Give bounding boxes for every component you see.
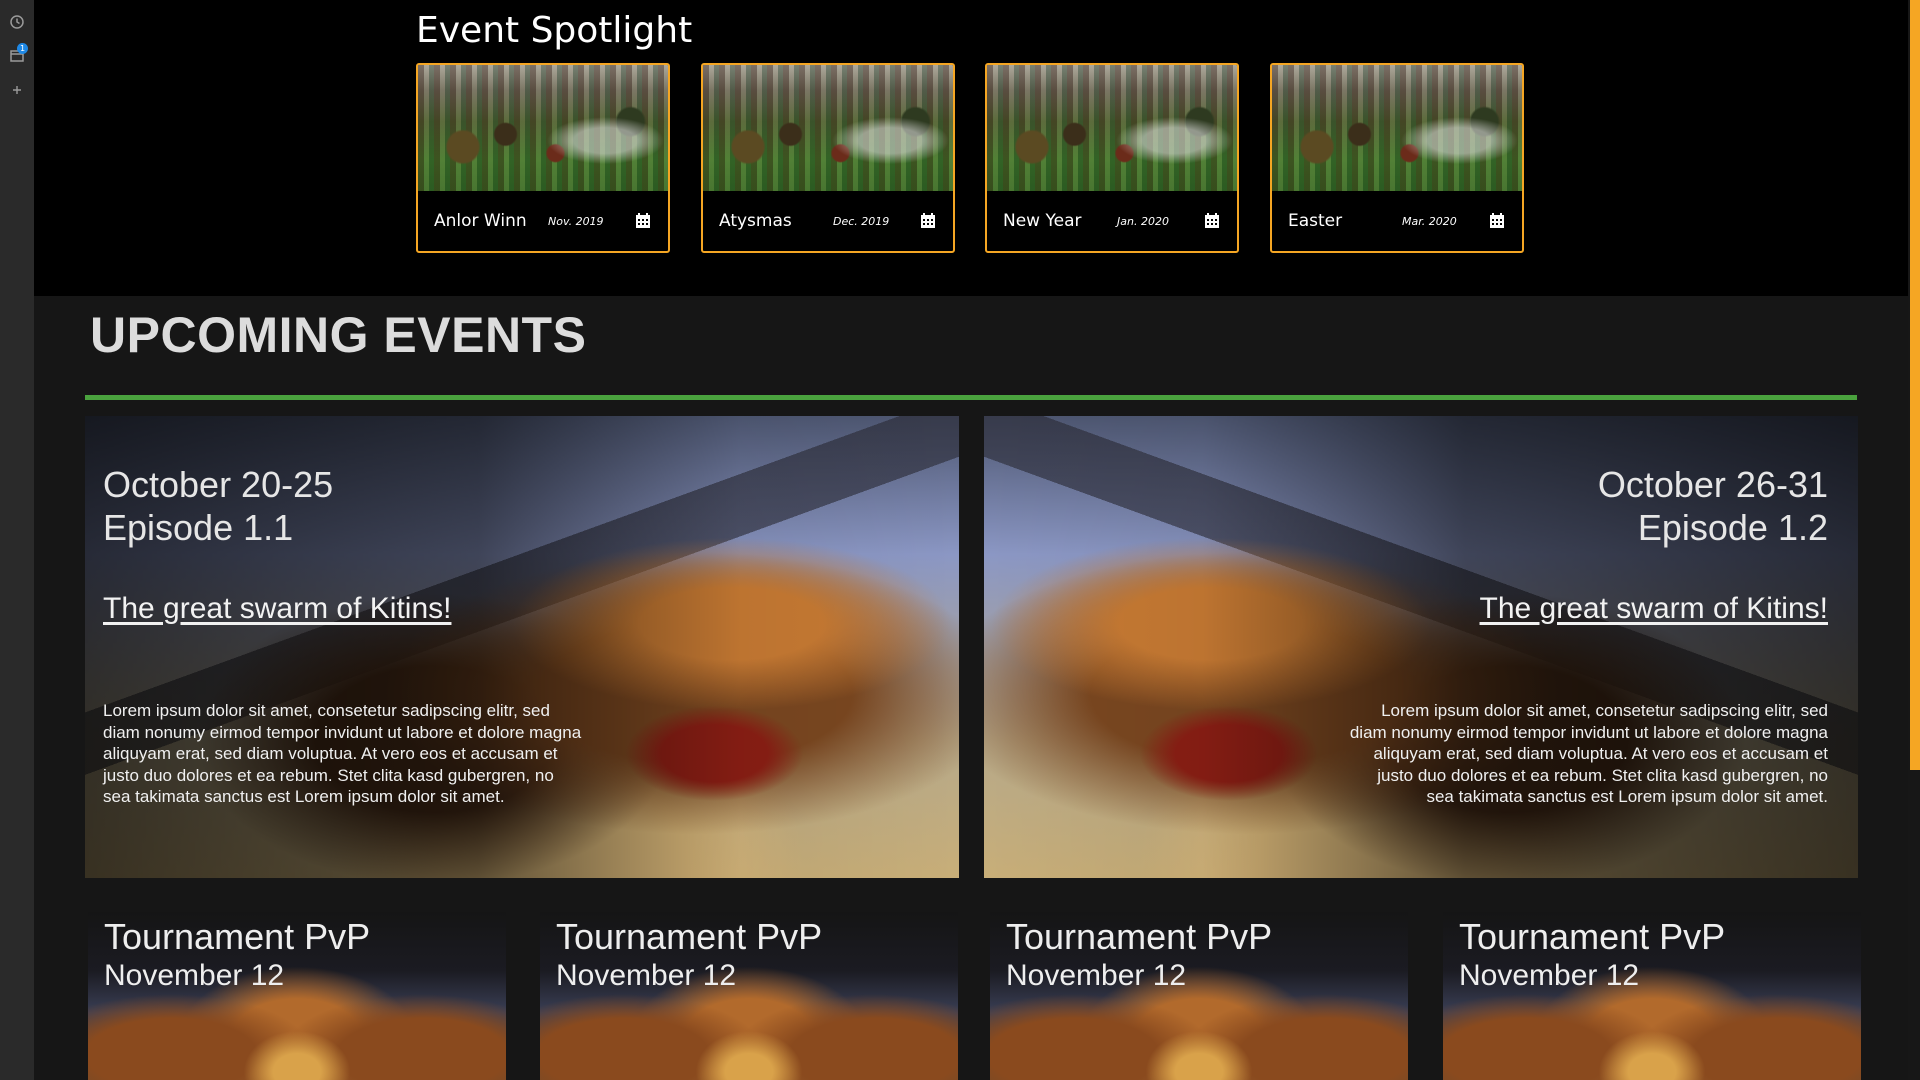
section-divider (85, 395, 1857, 400)
event-spotlight-section: Event Spotlight Anlor Winn Nov. 2019 Aty… (34, 0, 1908, 296)
tournament-date: November 12 (1006, 959, 1187, 992)
spotlight-card[interactable]: Easter Mar. 2020 (1270, 63, 1524, 253)
tournament-date: November 12 (556, 959, 737, 992)
spotlight-name: Atysmas (719, 211, 792, 231)
tournament-card[interactable]: Tournament PvP November 12 (540, 912, 958, 1080)
spotlight-card[interactable]: Anlor Winn Nov. 2019 (416, 63, 670, 253)
spotlight-name: New Year (1003, 211, 1082, 231)
tournament-card[interactable]: Tournament PvP November 12 (88, 912, 506, 1080)
scrollbar-thumb[interactable] (1910, 0, 1920, 770)
episode-card[interactable]: October 26-31 Episode 1.2 The great swar… (984, 416, 1858, 878)
plus-icon (13, 86, 21, 94)
tournament-date: November 12 (104, 959, 285, 992)
spotlight-card-footer: Easter Mar. 2020 (1272, 191, 1522, 251)
add-button[interactable] (7, 80, 27, 100)
spotlight-card[interactable]: Atysmas Dec. 2019 (701, 63, 955, 253)
upcoming-events-heading: UPCOMING EVENTS (90, 307, 587, 363)
tournament-title: Tournament PvP (1006, 916, 1273, 957)
tournament-card[interactable]: Tournament PvP November 12 (990, 912, 1408, 1080)
tournament-title: Tournament PvP (1459, 916, 1726, 957)
tournament-title: Tournament PvP (556, 916, 823, 957)
scrollbar[interactable] (1908, 0, 1920, 1080)
left-rail: 1 (0, 0, 34, 1080)
episode-date: October 26-31 (1597, 464, 1828, 505)
history-button[interactable] (7, 12, 27, 32)
tournament-date: November 12 (1459, 959, 1640, 992)
spotlight-date: Mar. 2020 (1402, 214, 1457, 228)
spotlight-card-footer: Anlor Winn Nov. 2019 (418, 191, 668, 251)
spotlight-title: Event Spotlight (416, 10, 693, 51)
episode-title-link[interactable]: The great swarm of Kitins! (1480, 592, 1828, 626)
clock-icon (10, 15, 24, 29)
episode-card[interactable]: October 20-25 Episode 1.1 The great swar… (85, 416, 959, 878)
spotlight-image (703, 65, 953, 191)
spotlight-card[interactable]: New Year Jan. 2020 (985, 63, 1239, 253)
tabs-button[interactable]: 1 (7, 43, 28, 66)
tabs-badge: 1 (17, 43, 28, 54)
spotlight-card-footer: Atysmas Dec. 2019 (703, 191, 953, 251)
calendar-icon[interactable] (1203, 212, 1221, 230)
tournament-title: Tournament PvP (104, 916, 371, 957)
spotlight-name: Easter (1288, 211, 1343, 231)
spotlight-date: Nov. 2019 (548, 214, 604, 228)
episode-date: October 20-25 (103, 464, 334, 505)
spotlight-card-footer: New Year Jan. 2020 (987, 191, 1237, 251)
spotlight-date: Dec. 2019 (833, 214, 890, 228)
episode-title-link[interactable]: The great swarm of Kitins! (103, 592, 451, 626)
calendar-icon[interactable] (1488, 212, 1506, 230)
episode-description: Lorem ipsum dolor sit amet, consetetur s… (103, 701, 582, 806)
tournament-card[interactable]: Tournament PvP November 12 (1443, 912, 1861, 1080)
spotlight-date: Jan. 2020 (1117, 214, 1169, 228)
calendar-icon[interactable] (634, 212, 652, 230)
spotlight-image (987, 65, 1237, 191)
calendar-icon[interactable] (919, 212, 937, 230)
episode-number: Episode 1.1 (103, 507, 294, 548)
episode-description: Lorem ipsum dolor sit amet, consetetur s… (1349, 701, 1828, 806)
spotlight-name: Anlor Winn (434, 211, 527, 231)
spotlight-image (418, 65, 668, 191)
episode-number: Episode 1.2 (1637, 507, 1828, 548)
spotlight-image (1272, 65, 1522, 191)
